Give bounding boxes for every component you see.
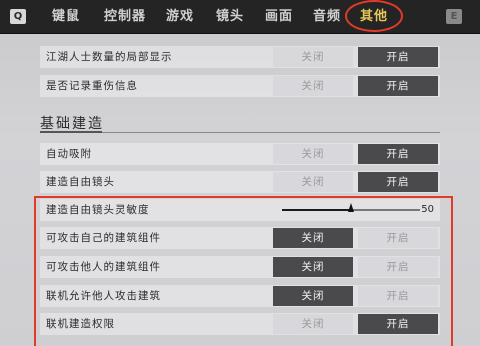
setting-row: 建造自由镜头 关闭 开启 xyxy=(40,171,440,193)
on-option[interactable]: 开启 xyxy=(358,47,438,67)
setting-row: 江湖人士数量的局部显示 关闭 开启 xyxy=(40,46,440,68)
on-option[interactable]: 开启 xyxy=(358,228,438,248)
tab-camera[interactable]: 镜头 xyxy=(216,7,244,27)
off-option[interactable]: 关闭 xyxy=(273,257,353,277)
e-key-icon[interactable]: E xyxy=(446,9,462,24)
on-option[interactable]: 开启 xyxy=(358,172,438,192)
setting-row: 自动吸附 关闭 开启 xyxy=(40,143,440,165)
off-option[interactable]: 关闭 xyxy=(273,286,353,306)
tab-controller[interactable]: 控制器 xyxy=(104,7,146,27)
setting-label: 可攻击自己的建筑组件 xyxy=(46,232,161,244)
off-option[interactable]: 关闭 xyxy=(273,47,353,67)
setting-label: 建造自由镜头 xyxy=(46,176,115,188)
on-option[interactable]: 开启 xyxy=(358,144,438,164)
on-option[interactable]: 开启 xyxy=(358,286,438,306)
setting-row: 可攻击自己的建筑组件 关闭 开启 xyxy=(40,227,440,249)
tab-audio[interactable]: 音频 xyxy=(313,7,341,27)
top-nav-bar: Q 键鼠 控制器 游戏 镜头 画面 音频 其他 E xyxy=(0,0,480,34)
tab-game[interactable]: 游戏 xyxy=(166,7,194,27)
sensitivity-slider[interactable] xyxy=(282,203,420,212)
off-option[interactable]: 关闭 xyxy=(273,314,353,334)
slider-thumb[interactable] xyxy=(348,203,354,212)
setting-row: 联机允许他人攻击建筑 关闭 开启 xyxy=(40,285,440,307)
tab-highlight-circle xyxy=(345,0,403,32)
off-option[interactable]: 关闭 xyxy=(273,144,353,164)
setting-row: 是否记录重伤信息 关闭 开启 xyxy=(40,75,440,97)
off-option[interactable]: 关闭 xyxy=(273,172,353,192)
setting-label: 是否记录重伤信息 xyxy=(46,80,138,92)
slider-row: 建造自由镜头灵敏度 50 xyxy=(40,199,440,221)
q-key-icon[interactable]: Q xyxy=(10,9,26,24)
setting-label: 联机建造权限 xyxy=(46,318,115,330)
on-option[interactable]: 开启 xyxy=(358,257,438,277)
setting-label: 自动吸附 xyxy=(46,148,92,160)
section-divider-accent xyxy=(40,131,102,133)
section-title: 基础建造 xyxy=(40,116,104,132)
on-option[interactable]: 开启 xyxy=(358,76,438,96)
on-option[interactable]: 开启 xyxy=(358,314,438,334)
setting-row: 联机建造权限 关闭 开启 xyxy=(40,313,440,335)
off-option[interactable]: 关闭 xyxy=(273,228,353,248)
setting-row: 可攻击他人的建筑组件 关闭 开启 xyxy=(40,256,440,278)
tab-graphics[interactable]: 画面 xyxy=(265,7,293,27)
setting-label: 联机允许他人攻击建筑 xyxy=(46,290,161,302)
slider-label: 建造自由镜头灵敏度 xyxy=(46,204,150,216)
tab-keyboard-mouse[interactable]: 键鼠 xyxy=(52,7,80,27)
setting-label: 江湖人士数量的局部显示 xyxy=(46,51,173,63)
slider-value: 50 xyxy=(421,204,434,215)
slider-fill xyxy=(282,209,351,211)
off-option[interactable]: 关闭 xyxy=(273,76,353,96)
setting-label: 可攻击他人的建筑组件 xyxy=(46,261,161,273)
